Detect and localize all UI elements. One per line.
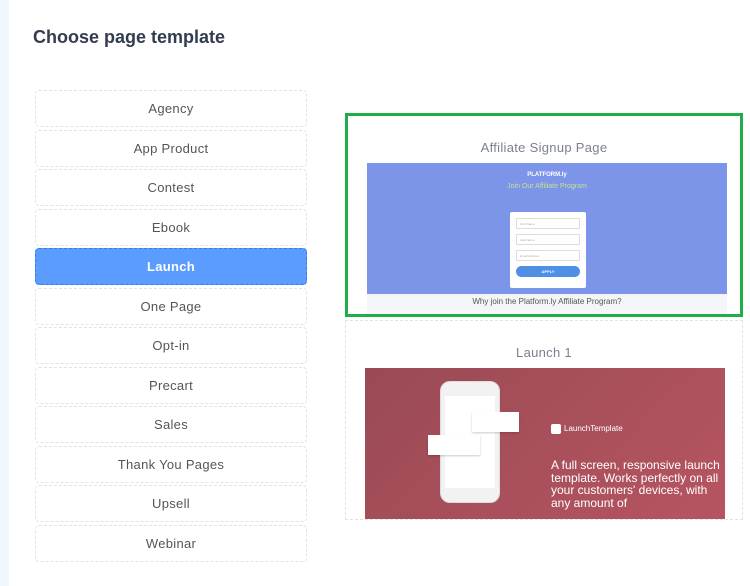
category-agency[interactable]: Agency [35,90,307,127]
template-title: Affiliate Signup Page [480,140,608,155]
preview-section-title: Why join the Platform.ly Affiliate Progr… [367,294,727,314]
preview-field: First Name [516,218,580,229]
preview-form: First Name Last Name Email Address APPLY [510,212,586,288]
category-sales[interactable]: Sales [35,406,307,443]
preview-field: Email Address [516,250,580,261]
preview-field: Last Name [516,234,580,245]
category-one-page[interactable]: One Page [35,287,307,325]
template-card-launch-1[interactable]: Launch 1 LaunchTemplate A full screen, r… [345,320,743,520]
launchtemplate-logo: LaunchTemplate [551,424,623,434]
preview-heading: Join Our Affiliate Program [507,183,587,190]
platformly-logo: PLATFORM.ly [527,172,567,178]
sidebar-strip [0,0,9,586]
template-preview: PLATFORM.ly Join Our Affiliate Program F… [367,163,727,314]
category-launch[interactable]: Launch [35,248,307,285]
template-card-affiliate-signup[interactable]: Affiliate Signup Page PLATFORM.ly Join O… [345,113,743,317]
preview-apply-button: APPLY [516,266,580,277]
preview-text: A full screen, responsive launch templat… [551,458,720,510]
category-app-product[interactable]: App Product [35,129,307,167]
category-webinar[interactable]: Webinar [35,524,307,562]
category-upsell[interactable]: Upsell [35,485,307,522]
category-contest[interactable]: Contest [35,169,307,206]
logo-icon [551,424,561,434]
category-thank-you-pages[interactable]: Thank You Pages [35,445,307,483]
template-title: Launch 1 [516,345,572,360]
category-ebook[interactable]: Ebook [35,208,307,246]
template-preview: LaunchTemplate A full screen, responsive… [365,368,725,519]
category-opt-in[interactable]: Opt-in [35,327,307,364]
category-precart[interactable]: Precart [35,366,307,404]
page-title: Choose page template [33,27,226,47]
